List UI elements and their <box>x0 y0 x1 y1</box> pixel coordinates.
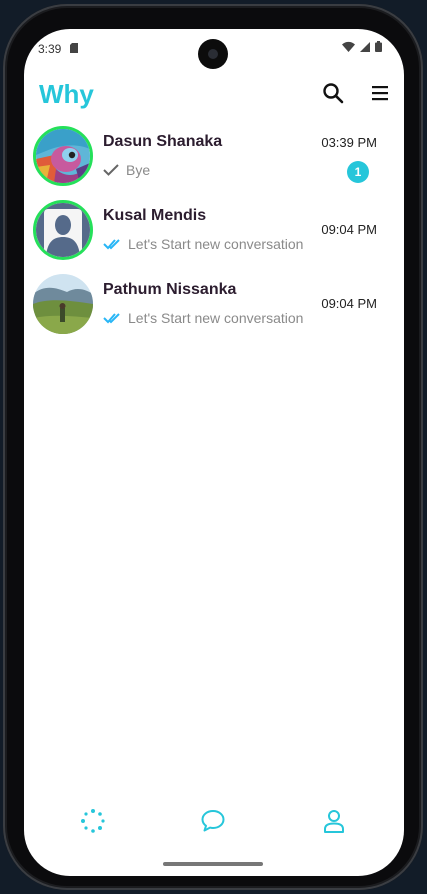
chat-item-dasun-shanaka[interactable]: Dasun Shanaka Bye 03:39 PM 1 <box>24 124 404 198</box>
chat-message-text: Let's Start new conversation <box>128 236 304 252</box>
chat-message-text: Let's Start new conversation <box>128 310 304 326</box>
chat-last-message: Bye <box>103 162 150 178</box>
avatar <box>33 274 93 334</box>
chat-item-pathum-nissanka[interactable]: Pathum Nissanka Let's Start new conversa… <box>24 272 404 346</box>
chat-time: 03:39 PM <box>321 135 377 150</box>
wifi-icon <box>342 41 355 52</box>
chat-message-text: Bye <box>126 162 151 178</box>
search-icon[interactable] <box>321 81 345 105</box>
signal-icon <box>360 41 370 52</box>
chat-name: Dasun Shanaka <box>103 133 223 150</box>
sd-card-icon <box>70 43 78 53</box>
screen: 3:39 Why Dasun Shanaka Bye 03:39 PM 1 Ku… <box>24 29 404 876</box>
unread-badge: 1 <box>347 161 369 183</box>
chat-item-kusal-mendis[interactable]: Kusal Mendis Let's Start new conversatio… <box>24 198 404 272</box>
chat-list: Dasun Shanaka Bye 03:39 PM 1 Kusal Mendi… <box>24 124 404 346</box>
read-double-check-icon <box>103 239 120 250</box>
read-double-check-icon <box>103 313 120 324</box>
menu-icon[interactable] <box>368 81 392 105</box>
status-bar: 3:39 <box>24 29 404 69</box>
sent-check-icon <box>103 164 119 176</box>
chat-name: Kusal Mendis <box>103 207 207 224</box>
app-bar: Why <box>24 69 404 119</box>
front-camera <box>198 39 228 69</box>
avatar <box>33 200 93 260</box>
phone-frame: 3:39 Why Dasun Shanaka Bye 03:39 PM 1 Ku… <box>3 4 423 890</box>
default-avatar-icon <box>36 203 90 257</box>
chat-time: 09:04 PM <box>321 296 377 311</box>
bottom-nav <box>24 807 404 837</box>
chat-time: 09:04 PM <box>321 222 377 237</box>
avatar <box>33 126 93 186</box>
home-indicator <box>163 862 263 866</box>
chat-name: Pathum Nissanka <box>103 281 237 298</box>
app-title: Why <box>39 79 94 109</box>
status-icon[interactable] <box>79 807 107 835</box>
status-time: 3:39 <box>38 42 62 56</box>
chat-last-message: Let's Start new conversation <box>103 310 303 326</box>
chat-last-message: Let's Start new conversation <box>103 236 303 252</box>
avatar-image <box>36 129 90 183</box>
battery-icon <box>375 41 382 52</box>
status-icons <box>342 41 382 52</box>
avatar-image <box>33 274 93 334</box>
profile-icon[interactable] <box>320 807 348 835</box>
chat-bubble-icon[interactable] <box>199 807 227 835</box>
